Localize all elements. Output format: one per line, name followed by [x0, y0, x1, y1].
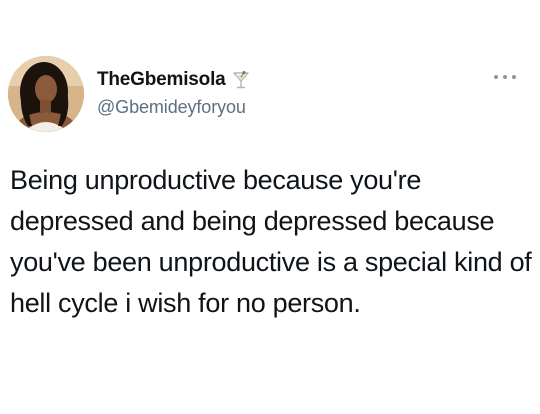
more-dot: [503, 75, 507, 79]
more-dot: [512, 75, 516, 79]
author-handle[interactable]: @Gbemideyforyou: [97, 97, 246, 118]
avatar[interactable]: [8, 56, 84, 132]
cocktail-glass-icon: [232, 70, 250, 90]
profile-photo-icon: [8, 56, 84, 132]
author-name-row[interactable]: TheGbemisola: [97, 68, 250, 92]
display-name[interactable]: TheGbemisola: [97, 69, 226, 91]
more-options-icon[interactable]: [494, 72, 516, 82]
tweet-card: TheGbemisola @Gbemideyforyou Being unpro…: [0, 0, 540, 414]
tweet-text: Being unproductive because you're depres…: [10, 165, 539, 318]
more-dot: [494, 75, 498, 79]
